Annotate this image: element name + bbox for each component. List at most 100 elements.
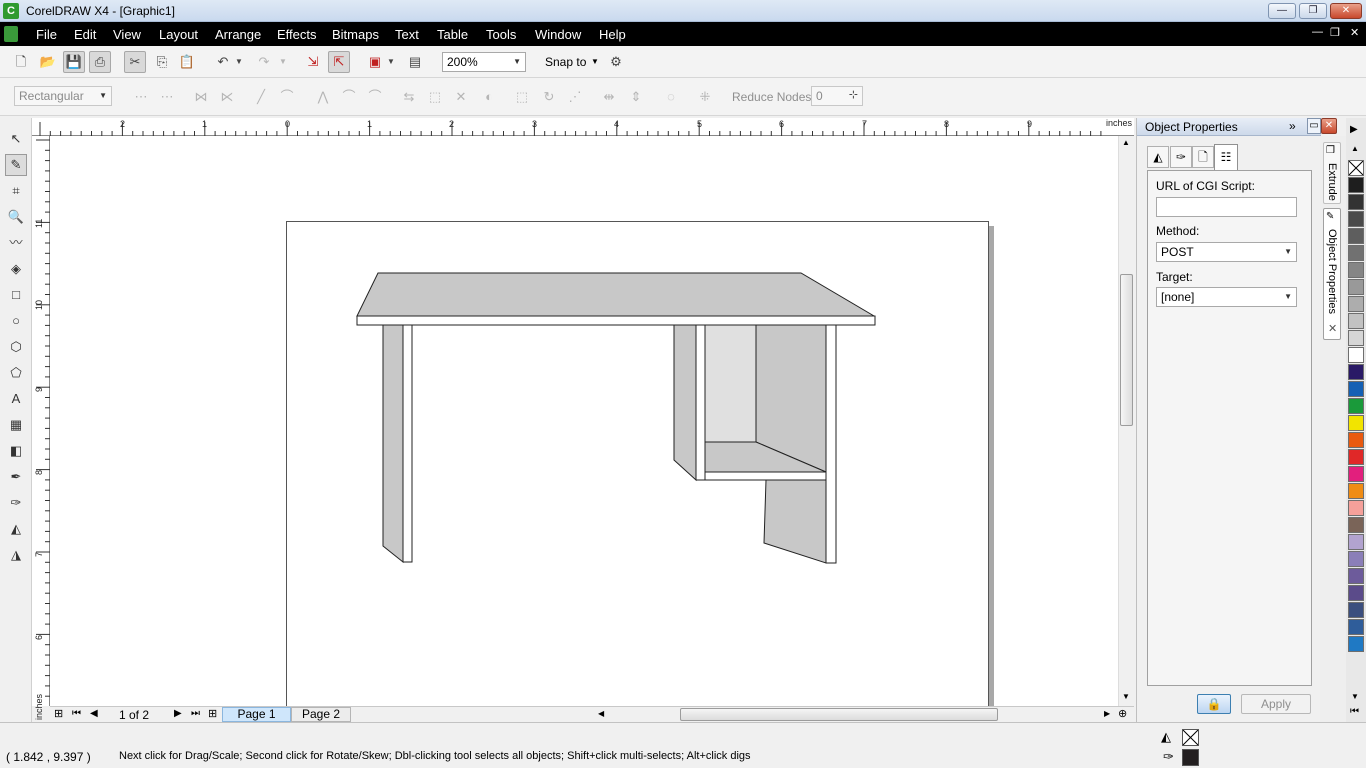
horizontal-scroll-thumb[interactable] (680, 708, 998, 721)
color-swatch[interactable] (1348, 228, 1364, 244)
vertical-scroll-thumb[interactable] (1120, 274, 1133, 426)
menu-tools[interactable]: Tools (486, 27, 516, 42)
zoom-level-dropdown[interactable]: 200% ▼ (442, 52, 526, 72)
scroll-down-icon[interactable]: ▼ (1122, 692, 1130, 701)
menu-file[interactable]: File (36, 27, 57, 42)
save-icon[interactable]: 💾 (63, 51, 85, 73)
open-folder-icon[interactable]: 📂 (37, 51, 59, 73)
color-swatch[interactable] (1348, 262, 1364, 278)
close-curve-icon[interactable]: ◐ (478, 86, 500, 108)
docker-close-icon[interactable]: ✕ (1321, 118, 1337, 134)
docker-collapse-icon[interactable]: » (1289, 119, 1296, 133)
drawing-area[interactable] (50, 136, 1118, 712)
add-page-before-icon[interactable]: ⊞ (54, 707, 63, 720)
color-swatch[interactable] (1348, 636, 1364, 652)
left-leg-front[interactable] (402, 324, 413, 563)
smooth-node-icon[interactable]: ⌒ (338, 86, 360, 108)
doc-restore-icon[interactable]: ❐ (1330, 26, 1340, 39)
menu-view[interactable]: View (113, 27, 141, 42)
break-curve-icon[interactable]: ⋉ (216, 86, 238, 108)
extend-curve-icon[interactable]: ⬚ (424, 86, 446, 108)
symmetrical-node-icon[interactable]: ⌒ (364, 86, 386, 108)
docker-minimize-icon[interactable]: ▭ (1307, 118, 1321, 134)
cut-icon[interactable]: ✂ (124, 51, 146, 73)
convert-to-curve-icon[interactable]: ⌒ (276, 86, 298, 108)
launcher-dropdown-icon[interactable]: ▼ (385, 51, 397, 73)
tab-fill-icon[interactable]: ◭ (1147, 146, 1169, 168)
fill-color-swatch[interactable] (1182, 729, 1199, 746)
horizontal-ruler[interactable]: 2 1 0 1 2 3 4 5 6 7 8 9 inches (32, 118, 1134, 136)
interactive-blend-tool-icon[interactable]: ◧ (5, 440, 27, 462)
color-swatch[interactable] (1348, 330, 1364, 346)
close-tab-icon[interactable]: ✕ (1328, 322, 1337, 335)
print-icon[interactable]: ⎙ (89, 51, 111, 73)
menu-effects[interactable]: Effects (277, 27, 317, 42)
join-nodes-icon[interactable]: ⋈ (190, 86, 212, 108)
right-leg-front[interactable] (825, 324, 837, 564)
next-page-icon[interactable]: ▶ (174, 708, 182, 719)
outline-tool-icon[interactable]: ✑ (5, 492, 27, 514)
scroll-left-icon[interactable]: ◀ (598, 709, 604, 718)
undo-icon[interactable]: ↶ (212, 51, 234, 73)
menu-layout[interactable]: Layout (159, 27, 198, 42)
add-node-icon[interactable]: ⋯ (130, 86, 152, 108)
stretch-nodes-icon[interactable]: ⬚ (511, 86, 533, 108)
no-color-swatch[interactable] (1348, 160, 1364, 176)
reflect-vertical-icon[interactable]: ⇕ (625, 86, 647, 108)
polygon-tool-icon[interactable]: ⬡ (5, 336, 27, 358)
extract-subpath-icon[interactable]: ✕ (450, 86, 472, 108)
snap-to-dropdown-icon[interactable]: ▼ (591, 57, 599, 66)
tab-object-properties[interactable]: ✎ Object Properties (1323, 208, 1341, 340)
rectangle-tool-icon[interactable]: □ (5, 284, 27, 306)
color-swatch[interactable] (1348, 568, 1364, 584)
menu-edit[interactable]: Edit (74, 27, 96, 42)
zoom-tool-icon[interactable]: 🔍 (5, 206, 27, 228)
left-leg-side[interactable] (382, 324, 404, 564)
paste-icon[interactable]: 📋 (176, 51, 198, 73)
new-document-icon[interactable]: 🗋 (10, 51, 32, 73)
pick-tool-icon[interactable]: ↖ (5, 128, 27, 150)
drawing-canvas[interactable] (50, 136, 1118, 712)
previous-page-icon[interactable]: ◀ (90, 708, 98, 719)
export-icon[interactable]: ⇱ (328, 51, 350, 73)
desk-top-edge[interactable] (356, 315, 876, 326)
elastic-mode-icon[interactable]: ◌ (660, 86, 682, 108)
shape-tool-icon[interactable]: ✎ (5, 154, 27, 176)
menu-help[interactable]: Help (599, 27, 626, 42)
doc-close-icon[interactable]: ✕ (1350, 26, 1359, 39)
color-swatch[interactable] (1348, 398, 1364, 414)
palette-scroll-up-icon[interactable]: ▲ (1351, 144, 1359, 153)
snap-to-label[interactable]: Snap to (545, 55, 586, 69)
color-swatch[interactable] (1348, 585, 1364, 601)
color-swatch[interactable] (1348, 619, 1364, 635)
color-swatch[interactable] (1348, 449, 1364, 465)
cusp-node-icon[interactable]: ⋀ (312, 86, 334, 108)
color-swatch[interactable] (1348, 466, 1364, 482)
drawer-unit-front-post[interactable] (695, 324, 706, 481)
spinner-icon[interactable]: ⊹ (849, 87, 858, 104)
tab-outline-icon[interactable]: ✑ (1170, 146, 1192, 168)
tab-page-2[interactable]: Page 2 (291, 707, 351, 722)
select-all-nodes-icon[interactable]: ⁜ (694, 86, 716, 108)
reflect-horizontal-icon[interactable]: ⇹ (598, 86, 620, 108)
color-swatch[interactable] (1348, 415, 1364, 431)
scroll-right-icon[interactable]: ▶ (1104, 709, 1110, 718)
color-swatch[interactable] (1348, 364, 1364, 380)
options-icon[interactable]: ⚙ (605, 51, 627, 73)
first-page-icon[interactable]: ⏮ (72, 708, 81, 719)
drawer-unit-side[interactable] (673, 324, 697, 482)
application-launcher-icon[interactable]: ▣ (364, 51, 386, 73)
target-dropdown[interactable]: [none] ▼ (1156, 287, 1297, 307)
navigator-zoom-icon[interactable]: ⊕ (1118, 707, 1127, 720)
color-swatch[interactable] (1348, 517, 1364, 533)
basic-shapes-tool-icon[interactable]: ⬠ (5, 362, 27, 384)
menu-text[interactable]: Text (395, 27, 419, 42)
color-swatch[interactable] (1348, 534, 1364, 550)
desk-top-surface[interactable] (356, 272, 876, 317)
color-swatch[interactable] (1348, 313, 1364, 329)
table-tool-icon[interactable]: ▦ (5, 414, 27, 436)
palette-scroll-down-icon[interactable]: ▼ (1351, 692, 1359, 701)
eyedropper-tool-icon[interactable]: ✒ (5, 466, 27, 488)
tab-extrude[interactable]: ❒ Extrude (1323, 142, 1341, 204)
smart-fill-tool-icon[interactable]: ◈ (5, 258, 27, 280)
